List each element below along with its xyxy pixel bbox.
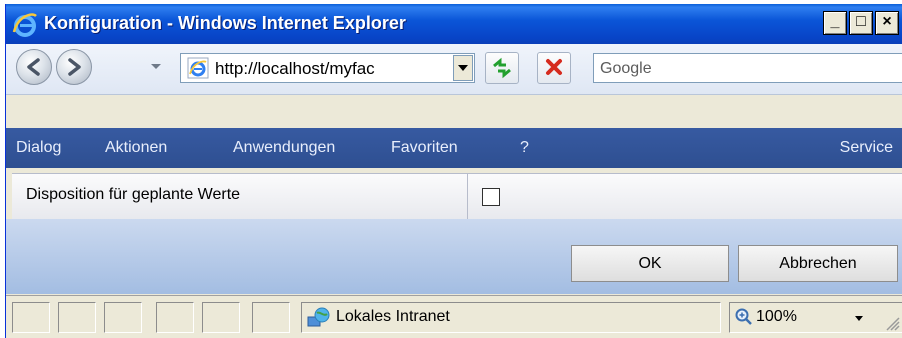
address-dropdown-button[interactable] — [453, 55, 473, 81]
url-text: http://localhost/myfac — [215, 59, 375, 78]
close-button[interactable]: × — [875, 11, 899, 35]
cancel-button[interactable]: Abbrechen — [738, 245, 898, 282]
menu-item-favoriten[interactable]: Favoriten — [391, 139, 458, 157]
back-arrow-icon — [27, 58, 40, 76]
status-cell — [104, 302, 142, 333]
stop-icon — [546, 59, 562, 75]
stop-button[interactable] — [537, 52, 571, 84]
ok-button[interactable]: OK — [571, 245, 729, 282]
magnifier-icon — [735, 308, 752, 325]
zoom-control[interactable]: 100% — [729, 302, 902, 333]
search-placeholder: Google — [600, 60, 652, 77]
column-divider — [467, 174, 468, 219]
title-bar[interactable]: Konfiguration - Windows Internet Explore… — [6, 4, 902, 44]
status-cell — [202, 302, 240, 333]
menu-item-service[interactable]: Service — [840, 139, 893, 157]
internet-explorer-icon — [12, 13, 37, 37]
resize-grip-icon[interactable] — [884, 315, 900, 331]
menu-bar: Dialog Aktionen Anwendungen Favoriten ? … — [6, 128, 902, 168]
security-zone-panel[interactable]: Lokales Intranet — [301, 302, 721, 333]
minimize-button[interactable]: _ — [823, 11, 847, 35]
refresh-icon — [493, 57, 511, 79]
form-row: Disposition für geplante Werte — [12, 173, 902, 220]
disposition-label: Disposition für geplante Werte — [26, 186, 241, 203]
forward-button[interactable] — [56, 49, 92, 85]
maximize-button[interactable]: □ — [849, 11, 873, 35]
back-button[interactable] — [16, 49, 52, 85]
zoom-dropdown-icon[interactable] — [855, 316, 863, 321]
status-cell — [252, 302, 290, 333]
status-cell — [156, 302, 194, 333]
menu-item-aktionen[interactable]: Aktionen — [105, 139, 167, 157]
status-bar: Lokales Intranet 100% — [6, 295, 902, 338]
search-input[interactable]: Google — [593, 53, 902, 83]
history-dropdown-icon[interactable] — [151, 64, 161, 69]
menu-item-anwendungen[interactable]: Anwendungen — [233, 139, 335, 157]
address-field[interactable]: http://localhost/myfac — [180, 53, 475, 83]
security-zone-text: Lokales Intranet — [336, 308, 450, 325]
forward-arrow-icon — [68, 58, 81, 76]
page-ie-icon — [187, 57, 209, 79]
window-title: Konfiguration - Windows Internet Explore… — [44, 13, 406, 33]
ie-window: Konfiguration - Windows Internet Explore… — [5, 4, 902, 338]
intranet-globe-icon — [307, 307, 330, 327]
zoom-level: 100% — [756, 308, 797, 325]
chevron-down-icon — [458, 65, 468, 71]
disposition-checkbox[interactable] — [482, 188, 500, 206]
dialog-button-area: OK Abbrechen — [6, 219, 902, 294]
menu-item-dialog[interactable]: Dialog — [16, 139, 61, 157]
refresh-button[interactable] — [485, 52, 519, 84]
status-cell — [12, 302, 50, 333]
menu-item-help[interactable]: ? — [520, 139, 529, 157]
status-cell — [58, 302, 96, 333]
address-toolbar: http://localhost/myfac Google — [6, 44, 902, 95]
